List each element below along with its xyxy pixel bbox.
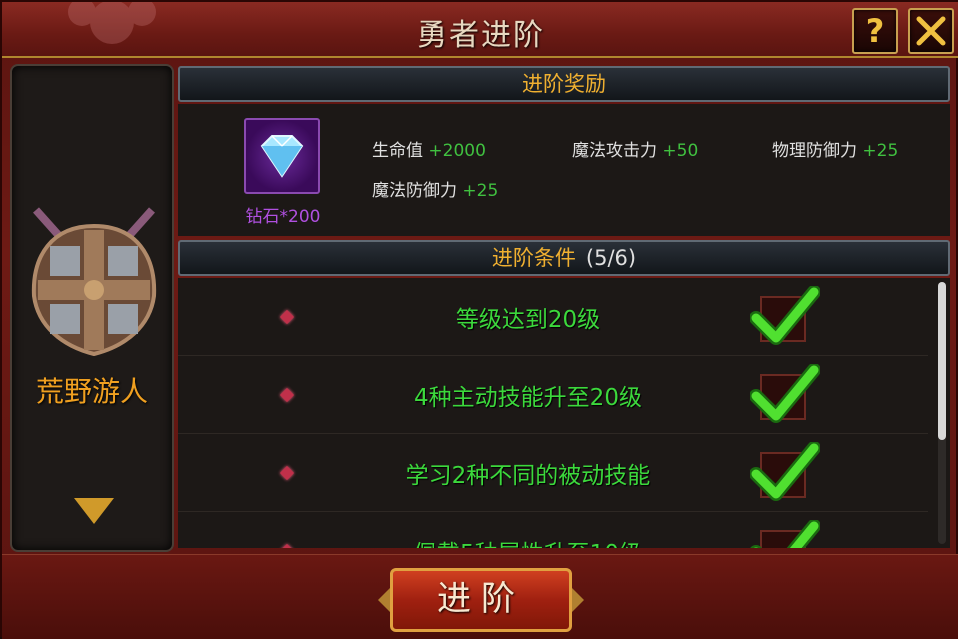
stat-label: 魔法攻击力 bbox=[572, 141, 657, 161]
conditions-list[interactable]: 等级达到20级 4种主动技能升至20级 学习2种不同的被动技能 bbox=[178, 278, 950, 548]
stat-label: 生命值 bbox=[372, 141, 423, 161]
checkmark-icon bbox=[750, 364, 820, 423]
reward-header: 进阶奖励 bbox=[178, 66, 950, 102]
ruby-bullet-icon bbox=[279, 309, 295, 325]
conditions-header: 进阶条件 (5/6) bbox=[178, 240, 950, 276]
help-button[interactable]: ? bbox=[852, 8, 898, 54]
stat-label: 魔法防御力 bbox=[372, 181, 457, 201]
button-wing-right-icon bbox=[570, 586, 584, 614]
reward-area: 钻石*200 生命值 +2000 魔法攻击力 +50 物理防御力 +25 魔法防… bbox=[178, 104, 950, 236]
checkmark-icon bbox=[750, 520, 820, 548]
diamond-icon bbox=[260, 135, 304, 178]
condition-row: 等级达到20级 bbox=[178, 278, 928, 356]
advance-button[interactable]: 进阶 bbox=[390, 568, 572, 632]
stat-value: +2000 bbox=[428, 141, 486, 161]
scrollbar-thumb[interactable] bbox=[938, 282, 946, 440]
advance-window: 勇者进阶 ? 荒野游人 进阶奖励 钻石*200 生命值 +2000 魔法攻击力 … bbox=[0, 0, 958, 639]
condition-text: 学习2种不同的被动技能 bbox=[405, 463, 651, 489]
ruby-bullet-icon bbox=[279, 543, 295, 548]
ruby-bullet-icon bbox=[279, 465, 295, 481]
ruby-bullet-icon bbox=[279, 387, 295, 403]
title-bar: 勇者进阶 ? bbox=[2, 2, 958, 58]
condition-row: 学习2种不同的被动技能 bbox=[178, 434, 928, 512]
shield-crossed-swords-icon bbox=[31, 207, 157, 357]
stat-hp: 生命值 +2000 bbox=[372, 136, 486, 161]
conditions-title: 进阶条件 bbox=[491, 246, 576, 270]
conditions-scrollbar[interactable] bbox=[938, 282, 946, 544]
condition-row: 佩戴5种属性升至10级 bbox=[178, 512, 928, 548]
reward-item-quantity: *200 bbox=[279, 207, 321, 227]
condition-row: 4种主动技能升至20级 bbox=[178, 356, 928, 434]
reward-item-slot[interactable] bbox=[244, 118, 320, 194]
stat-physical-defense: 物理防御力 +25 bbox=[772, 136, 898, 161]
stat-value: +25 bbox=[462, 181, 499, 201]
window-title: 勇者进阶 bbox=[417, 18, 545, 53]
reward-item-label: 钻石*200 bbox=[238, 202, 328, 227]
stat-value: +50 bbox=[662, 141, 699, 161]
close-button[interactable] bbox=[908, 8, 954, 54]
stat-label: 物理防御力 bbox=[772, 141, 857, 161]
stat-value: +25 bbox=[862, 141, 899, 161]
hero-class-name: 荒野游人 bbox=[35, 375, 148, 408]
scroll-down-arrow-icon[interactable] bbox=[74, 498, 114, 524]
hero-panel: 荒野游人 bbox=[10, 64, 174, 552]
condition-text: 等级达到20级 bbox=[455, 307, 601, 333]
conditions-count: (5/6) bbox=[585, 246, 637, 270]
condition-text: 佩戴5种属性升至10级 bbox=[328, 534, 728, 548]
checkmark-icon bbox=[750, 442, 820, 501]
stat-magic-attack: 魔法攻击力 +50 bbox=[572, 136, 698, 161]
stat-magic-defense: 魔法防御力 +25 bbox=[372, 176, 498, 201]
reward-item-name: 钻石 bbox=[245, 207, 280, 227]
checkmark-icon bbox=[750, 286, 820, 345]
condition-text: 4种主动技能升至20级 bbox=[414, 385, 642, 411]
close-icon bbox=[916, 16, 946, 46]
